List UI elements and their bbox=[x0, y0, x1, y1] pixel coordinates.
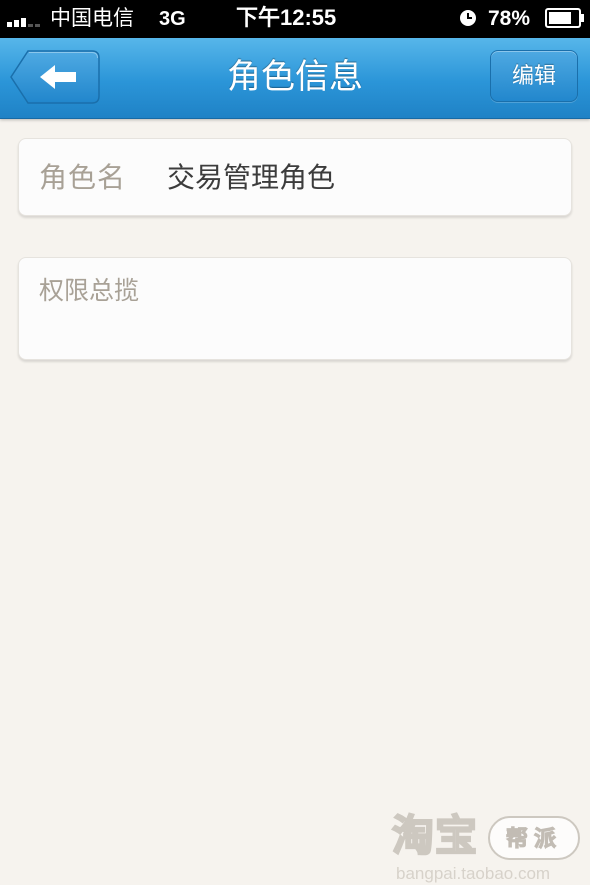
carrier-name: 中国电信 bbox=[50, 7, 134, 30]
permissions-overview-card[interactable]: 权限总揽 bbox=[18, 257, 572, 360]
role-name-card: 角色名 交易管理角色 bbox=[18, 138, 572, 216]
watermark-bubble: 帮派 bbox=[488, 816, 580, 860]
role-name-label: 角色名 bbox=[39, 161, 127, 194]
navigation-bar: 角色信息 编辑 bbox=[0, 38, 590, 119]
battery-percentage: 78% bbox=[488, 7, 531, 30]
watermark-brand: 淘宝 bbox=[391, 810, 479, 861]
edit-button[interactable]: 编辑 bbox=[490, 50, 578, 102]
battery-icon bbox=[545, 8, 584, 28]
alarm-clock-icon bbox=[460, 10, 476, 26]
taobao-bangpai-watermark: 淘宝 帮派 bangpai.taobao.com bbox=[391, 808, 588, 885]
status-time: 下午12:55 bbox=[236, 5, 337, 30]
role-name-value: 交易管理角色 bbox=[167, 161, 336, 194]
watermark-url: bangpai.taobao.com bbox=[396, 864, 551, 883]
network-type: 3G bbox=[159, 8, 186, 30]
status-bar: 中国电信 3G 下午12:55 78% bbox=[0, 0, 590, 38]
permissions-overview-label: 权限总揽 bbox=[39, 276, 140, 305]
signal-strength-icon bbox=[7, 13, 47, 27]
